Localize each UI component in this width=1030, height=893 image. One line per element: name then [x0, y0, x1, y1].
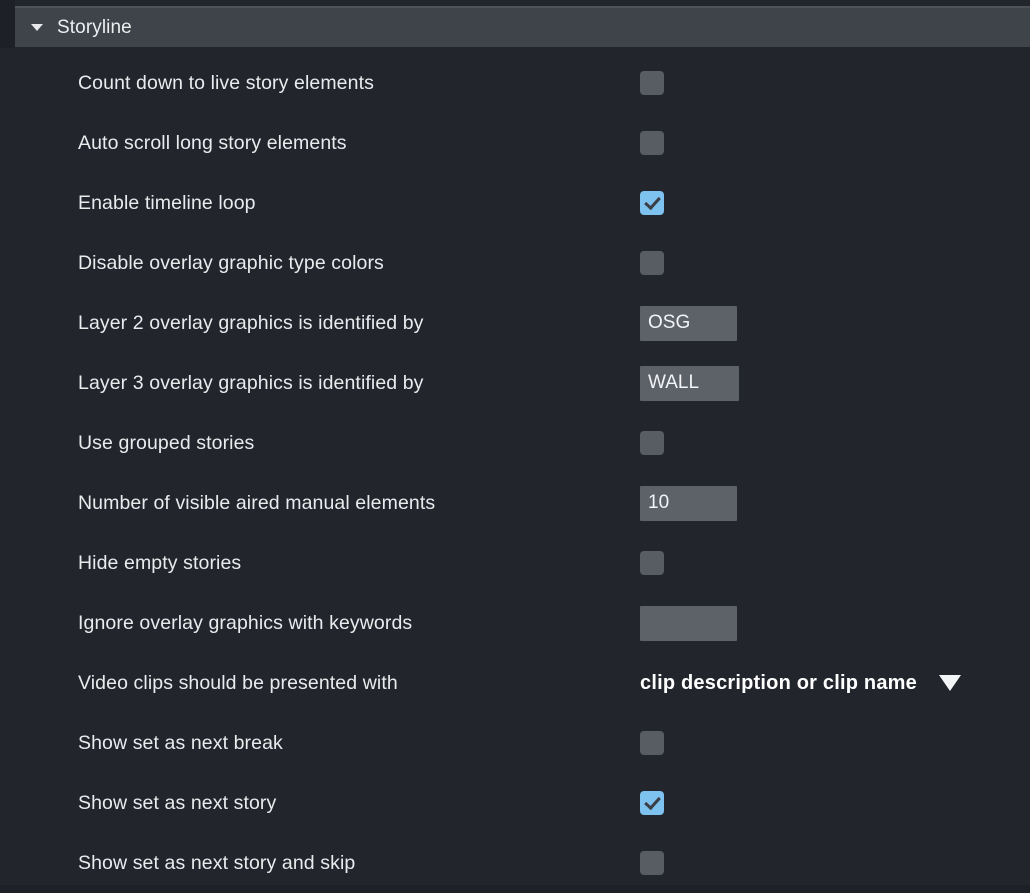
setting-label-disable-overlay-graphic-type-colors: Disable overlay graphic type colors — [78, 251, 384, 274]
checkbox-show-set-as-next-story-and-skip[interactable] — [640, 851, 664, 875]
setting-label-layer-2-overlay-graphics-is-identified-by: Layer 2 overlay graphics is identified b… — [78, 311, 424, 334]
input-layer-2-overlay-graphics-is-identified-by[interactable] — [640, 305, 737, 341]
checkbox-enable-timeline-loop[interactable] — [640, 191, 664, 215]
setting-row: Video clips should be presented with clip… — [0, 653, 1030, 713]
section-header-storyline[interactable]: Storyline — [15, 6, 1030, 47]
storyline-settings-panel: Storyline Count down to live story eleme… — [0, 0, 1030, 885]
checkbox-show-set-as-next-story[interactable] — [640, 791, 664, 815]
setting-label-number-of-visible-aired-manual-elements: Number of visible aired manual elements — [78, 491, 436, 514]
checkbox-auto-scroll-long-story-elements[interactable] — [640, 131, 664, 155]
checkbox-count-down-to-live-story-elements[interactable] — [640, 71, 664, 95]
setting-control — [640, 71, 664, 95]
setting-row: Show set as next story and skip — [0, 833, 1030, 893]
setting-label-ignore-overlay-graphics-with-keywords: Ignore overlay graphics with keywords — [78, 611, 413, 634]
setting-row: Hide empty stories — [0, 533, 1030, 593]
setting-row: Ignore overlay graphics with keywords — [0, 593, 1030, 653]
section-title: Storyline — [57, 16, 132, 38]
header-left-gutter — [0, 0, 15, 48]
dropdown-selected-value: clip description or clip name — [640, 671, 917, 694]
setting-label-show-set-as-next-break: Show set as next break — [78, 731, 283, 754]
setting-control — [640, 131, 664, 155]
setting-row: Disable overlay graphic type colors — [0, 233, 1030, 293]
setting-label-layer-3-overlay-graphics-is-identified-by: Layer 3 overlay graphics is identified b… — [78, 371, 424, 394]
setting-row: Number of visible aired manual elements — [0, 473, 1030, 533]
setting-row: Layer 2 overlay graphics is identified b… — [0, 293, 1030, 353]
setting-control: clip description or clip name — [640, 672, 961, 695]
setting-control — [640, 431, 664, 455]
checkbox-show-set-as-next-break[interactable] — [640, 731, 664, 755]
triangle-down-icon[interactable] — [31, 24, 43, 31]
setting-row: Count down to live story elements — [0, 53, 1030, 113]
checkbox-hide-empty-stories[interactable] — [640, 551, 664, 575]
dropdown-video-clips-should-be-presented-with[interactable]: clip description or clip name — [640, 672, 961, 695]
setting-label-auto-scroll-long-story-elements: Auto scroll long story elements — [78, 131, 347, 154]
checkbox-use-grouped-stories[interactable] — [640, 431, 664, 455]
setting-control — [640, 365, 739, 401]
setting-label-count-down-to-live-story-elements: Count down to live story elements — [78, 71, 374, 94]
setting-row: Show set as next story — [0, 773, 1030, 833]
setting-control — [640, 791, 664, 815]
setting-control — [640, 731, 664, 755]
setting-row: Use grouped stories — [0, 413, 1030, 473]
settings-list: Count down to live story elements Auto sc… — [0, 53, 1030, 893]
setting-control — [640, 305, 737, 341]
setting-control — [640, 191, 664, 215]
setting-label-use-grouped-stories: Use grouped stories — [78, 431, 255, 454]
checkbox-disable-overlay-graphic-type-colors[interactable] — [640, 251, 664, 275]
setting-label-show-set-as-next-story: Show set as next story — [78, 791, 277, 814]
setting-label-hide-empty-stories: Hide empty stories — [78, 551, 242, 574]
setting-control — [640, 851, 664, 875]
setting-control — [640, 485, 737, 521]
setting-row: Layer 3 overlay graphics is identified b… — [0, 353, 1030, 413]
triangle-down-icon[interactable] — [938, 675, 961, 691]
setting-control — [640, 605, 737, 641]
setting-control — [640, 251, 664, 275]
setting-label-enable-timeline-loop: Enable timeline loop — [78, 191, 256, 214]
input-layer-3-overlay-graphics-is-identified-by[interactable] — [640, 365, 739, 401]
setting-row: Enable timeline loop — [0, 173, 1030, 233]
input-ignore-overlay-graphics-with-keywords[interactable] — [640, 605, 737, 641]
setting-label-video-clips-should-be-presented-with: Video clips should be presented with — [78, 671, 398, 694]
input-number-of-visible-aired-manual-elements[interactable] — [640, 485, 737, 521]
setting-control — [640, 551, 664, 575]
setting-row: Auto scroll long story elements — [0, 113, 1030, 173]
setting-row: Show set as next break — [0, 713, 1030, 773]
setting-label-show-set-as-next-story-and-skip: Show set as next story and skip — [78, 851, 356, 874]
